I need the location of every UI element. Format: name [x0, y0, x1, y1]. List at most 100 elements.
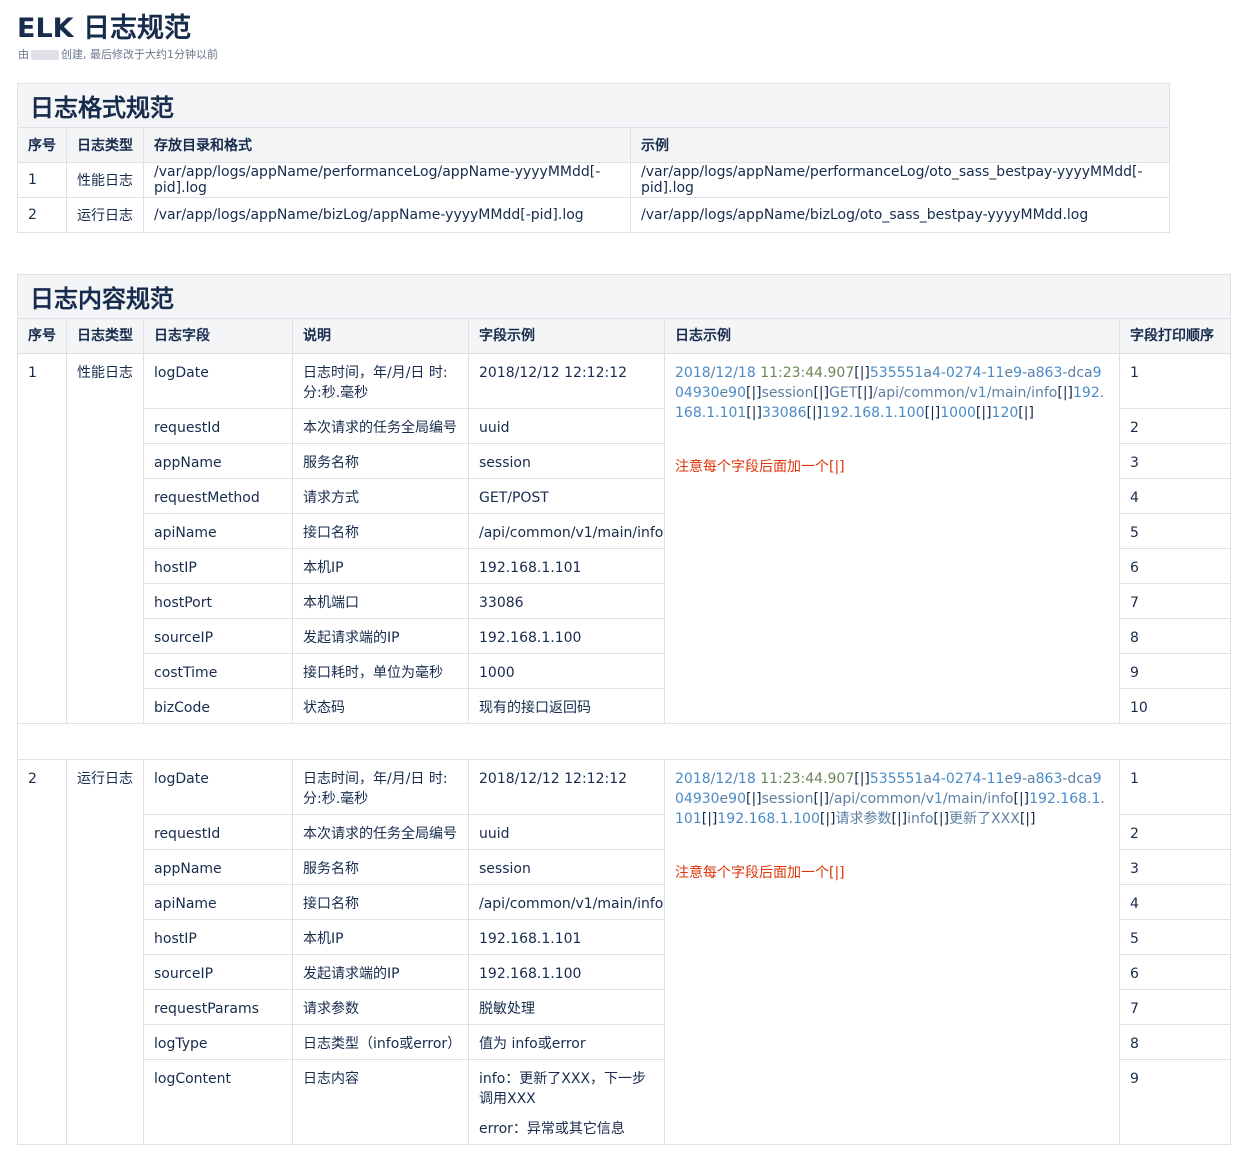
column-header: 示例: [630, 127, 1170, 163]
log-example-note: 注意每个字段后面加一个[|]: [675, 865, 845, 881]
field-example-text: 1000: [479, 665, 515, 681]
field-description: 接口名称: [292, 513, 469, 549]
print-order: 8: [1118, 618, 1232, 654]
field-example-text: 192.168.1.100: [479, 966, 582, 982]
field-description: 日志内容: [292, 1059, 469, 1145]
field-name: logDate: [143, 353, 293, 409]
field-example-text: 2018/12/12 12:12:12: [479, 771, 628, 787]
field-example: 2018/12/12 12:12:12: [468, 353, 665, 409]
field-name: apiName: [143, 513, 293, 549]
print-order: 2: [1118, 408, 1232, 444]
field-example-text: 2018/12/12 12:12:12: [479, 365, 628, 381]
field-example-extra: error：异常或其它信息: [479, 1121, 625, 1137]
field-name: costTime: [143, 653, 293, 689]
field-example: 192.168.1.101: [468, 548, 665, 584]
field-example: GET/POST: [468, 478, 665, 514]
field-example-text: GET/POST: [479, 490, 549, 506]
log-example: 2018/12/18 11:23:44.907[|]535551a4-0274-…: [664, 353, 1120, 724]
column-header: 存放目录和格式: [143, 127, 631, 163]
page-title: ELK 日志规范: [17, 13, 191, 44]
field-example: 192.168.1.100: [468, 618, 665, 654]
meta-suffix: 创建, 最后修改于大约1分钟以前: [61, 48, 218, 61]
field-example: 脱敏处理: [468, 989, 665, 1025]
field-example: 192.168.1.100: [468, 954, 665, 990]
field-description: 服务名称: [292, 849, 469, 885]
field-example: 2018/12/12 12:12:12: [468, 759, 665, 815]
print-order: 5: [1118, 919, 1232, 955]
field-description: 接口名称: [292, 884, 469, 920]
table-row: 1 性能日志 logDate 日志时间，年/月/日 时:分:秒.毫秒 2018/12/1…: [17, 353, 1232, 724]
column-header: 日志类型: [66, 127, 144, 163]
field-name: bizCode: [143, 688, 293, 724]
field-name: sourceIP: [143, 954, 293, 990]
table-cell: 1: [17, 162, 67, 198]
field-description: 日志时间，年/月/日 时:分:秒.毫秒: [292, 353, 469, 409]
field-description: 本次请求的任务全局编号: [292, 814, 469, 850]
field-example-text: uuid: [479, 420, 510, 436]
print-order: 9: [1118, 653, 1232, 689]
field-name: requestMethod: [143, 478, 293, 514]
log-format-table: 日志格式规范 序号 日志类型 存放目录和格式 示例 1 性能日志/var/app/log…: [17, 83, 1170, 233]
print-order: 3: [1118, 443, 1232, 479]
field-name: logType: [143, 1024, 293, 1060]
field-name: requestId: [143, 408, 293, 444]
field-example-text: 脱敏处理: [479, 1001, 535, 1017]
spacer-cell: [16, 723, 1232, 760]
print-order: 4: [1118, 884, 1232, 920]
log-type: 运行日志: [66, 759, 144, 1145]
row-number: 2: [17, 759, 67, 1145]
table-row: 1 性能日志/var/app/logs/appName/performanceLo…: [17, 162, 1170, 198]
field-example-text: session: [479, 455, 531, 471]
print-order: 9: [1118, 1059, 1232, 1145]
column-header: 字段打印顺序: [1118, 318, 1232, 354]
column-header: 说明: [292, 318, 469, 354]
field-description: 发起请求端的IP: [292, 954, 469, 990]
field-name: logDate: [143, 759, 293, 815]
table-cell: /var/app/logs/appName/performanceLog/app…: [143, 162, 631, 198]
field-description: 本机IP: [292, 919, 469, 955]
log-content-table: 日志内容规范 序号 日志类型 日志字段 说明 字段示例 日志示例 字段打印顺序 1 性能日志 l…: [16, 274, 1232, 1145]
field-example-text: 值为 info或error: [479, 1036, 586, 1052]
table-cell: /var/app/logs/appName/bizLog/oto_sass_be…: [630, 197, 1170, 233]
field-example: 1000: [468, 653, 665, 689]
field-description: 发起请求端的IP: [292, 618, 469, 654]
print-order: 2: [1118, 814, 1232, 850]
section-title-format: 日志格式规范: [17, 83, 1170, 128]
field-example: /api/common/v1/main/info: [468, 884, 665, 920]
table-cell: /var/app/logs/appName/performanceLog/oto…: [630, 162, 1170, 198]
log-example-text: 2018/12/18 11:23:44.907[|]535551a4-0274-…: [675, 365, 1105, 421]
print-order: 7: [1118, 583, 1232, 619]
field-example-text: 33086: [479, 595, 524, 611]
column-header: 序号: [17, 127, 67, 163]
field-example-text: 192.168.1.100: [479, 630, 582, 646]
table-row: 2 运行日志 logDate 日志时间，年/月/日 时:分:秒.毫秒 2018/12/1…: [17, 759, 1232, 1145]
field-example: uuid: [468, 814, 665, 850]
field-name: apiName: [143, 884, 293, 920]
print-order: 1: [1118, 759, 1232, 815]
print-order: 3: [1118, 849, 1232, 885]
table-cell: 运行日志: [66, 197, 144, 233]
print-order: 4: [1118, 478, 1232, 514]
field-name: hostIP: [143, 919, 293, 955]
meta-prefix: 由: [18, 48, 29, 61]
log-example: 2018/12/18 11:23:44.907[|]535551a4-0274-…: [664, 759, 1120, 1145]
print-order: 10: [1118, 688, 1232, 724]
field-description: 本机IP: [292, 548, 469, 584]
field-example: session: [468, 443, 665, 479]
field-example-text: 192.168.1.101: [479, 931, 582, 947]
field-example-text: info：更新了XXX，下一步调用XXX: [479, 1071, 647, 1107]
column-header: 序号: [17, 318, 67, 354]
field-example: uuid: [468, 408, 665, 444]
log-type: 性能日志: [66, 353, 144, 724]
row-number: 1: [17, 353, 67, 724]
spacer-row: [16, 723, 1232, 760]
field-name: appName: [143, 849, 293, 885]
field-example-text: /api/common/v1/main/info: [479, 525, 664, 541]
table-cell: 性能日志: [66, 162, 144, 198]
field-description: 状态码: [292, 688, 469, 724]
field-name: logContent: [143, 1059, 293, 1145]
column-header: 日志字段: [143, 318, 293, 354]
field-description: 本机端口: [292, 583, 469, 619]
print-order: 1: [1118, 353, 1232, 409]
field-example: 33086: [468, 583, 665, 619]
